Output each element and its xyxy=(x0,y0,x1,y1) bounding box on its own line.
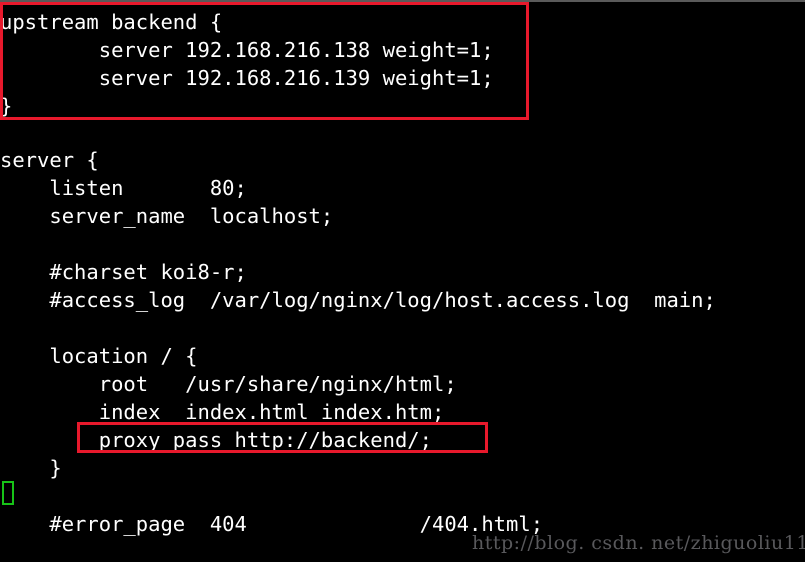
config-line: } xyxy=(0,94,13,118)
config-line: proxy_pass http://backend/; xyxy=(0,428,432,452)
config-line: } xyxy=(0,456,62,480)
config-line: #error_page 404 /404.html; xyxy=(0,512,544,536)
config-line: server 192.168.216.138 weight=1; xyxy=(0,38,494,62)
config-line: server { xyxy=(0,148,99,172)
config-line: root /usr/share/nginx/html; xyxy=(0,372,457,396)
config-line: server_name localhost; xyxy=(0,204,334,228)
terminal-screenshot: upstream backend { server 192.168.216.13… xyxy=(0,0,805,562)
watermark-text: http://blog. csdn. net/zhiguoliu11 xyxy=(472,532,805,554)
terminal-text-area[interactable]: upstream backend { server 192.168.216.13… xyxy=(0,0,805,562)
config-line: #charset koi8-r; xyxy=(0,260,247,284)
config-line: index index.html index.htm; xyxy=(0,400,445,424)
config-line: upstream backend { xyxy=(0,10,223,34)
text-cursor xyxy=(2,481,14,505)
config-line: location / { xyxy=(0,344,198,368)
config-line: #access_log /var/log/nginx/log/host.acce… xyxy=(0,288,716,312)
config-line: listen 80; xyxy=(0,176,247,200)
config-line: server 192.168.216.139 weight=1; xyxy=(0,66,494,90)
